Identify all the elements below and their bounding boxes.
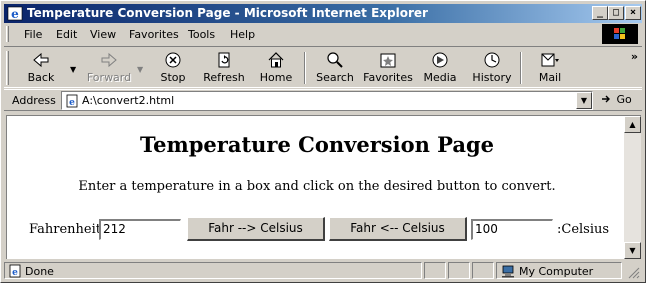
instructions-text: Enter a temperature in a box and click o… <box>78 179 556 194</box>
back-button[interactable]: Back <box>18 50 64 86</box>
vertical-scrollbar[interactable]: ▲ ▼ <box>624 115 641 259</box>
forward-button[interactable]: Forward <box>84 50 134 86</box>
address-dropdown-icon[interactable]: ▼ <box>576 92 592 109</box>
ie-window: e Temperature Conversion Page - Microsof… <box>0 0 646 283</box>
conversion-form: Fahrenheit: 212 Fahr --> Celsius Fahr <-… <box>7 216 626 242</box>
menu-view[interactable]: View <box>90 28 116 41</box>
home-icon <box>268 52 284 68</box>
history-clock-icon <box>484 52 500 68</box>
celsius-input[interactable]: 100 <box>471 219 553 240</box>
address-url: A:\convert2.html <box>82 94 175 107</box>
stop-icon <box>165 52 181 68</box>
svg-text:e: e <box>69 98 75 108</box>
scroll-up-icon[interactable]: ▲ <box>624 116 641 133</box>
fahr-to-celsius-button[interactable]: Fahr --> Celsius <box>187 217 325 241</box>
status-zone-panel: My Computer <box>496 262 622 279</box>
status-main-panel: e Done <box>4 262 422 279</box>
maximize-button[interactable]: □ <box>608 6 624 20</box>
go-button[interactable]: Go <box>601 93 632 106</box>
fahrenheit-input[interactable]: 212 <box>99 219 181 240</box>
toolbar-separator <box>304 52 306 84</box>
media-button[interactable]: Media <box>420 50 460 86</box>
favorites-button[interactable]: Favorites <box>361 50 415 86</box>
status-panel <box>424 262 446 279</box>
favorites-star-icon <box>380 53 396 68</box>
menu-favorites[interactable]: Favorites <box>129 28 179 41</box>
status-bar: e Done My Computer <box>4 261 642 280</box>
close-button[interactable]: × <box>625 6 641 20</box>
mail-icon <box>541 53 559 67</box>
forward-arrow-icon <box>101 52 117 68</box>
scroll-down-icon[interactable]: ▼ <box>624 242 641 259</box>
search-button[interactable]: Search <box>313 50 357 86</box>
forward-dropdown-icon[interactable]: ▼ <box>137 65 143 74</box>
svg-text:e: e <box>11 7 19 21</box>
refresh-button[interactable]: Refresh <box>201 50 247 86</box>
title-bar[interactable]: e Temperature Conversion Page - Microsof… <box>4 4 642 23</box>
resize-grip-icon[interactable] <box>628 267 640 279</box>
go-arrow-icon <box>602 95 610 103</box>
menu-grip[interactable] <box>6 26 9 42</box>
menu-bar: File Edit View Favorites Tools Help <box>4 23 642 45</box>
menu-help[interactable]: Help <box>230 28 255 41</box>
history-button[interactable]: History <box>471 50 513 86</box>
standard-toolbar: Back ▼ Forward ▼ Stop Refresh Home Searc… <box>4 46 642 88</box>
celsius-to-fahr-button[interactable]: Fahr <-- Celsius <box>329 217 467 241</box>
page-content: Temperature Conversion Page Enter a temp… <box>6 115 626 259</box>
page-heading: Temperature Conversion Page <box>139 132 495 157</box>
my-computer-icon <box>502 265 514 278</box>
status-panel <box>448 262 470 279</box>
toolbar-grip[interactable] <box>6 51 9 85</box>
home-button[interactable]: Home <box>257 50 295 86</box>
ie-logo-icon: e <box>7 6 23 21</box>
stop-button[interactable]: Stop <box>154 50 192 86</box>
minimize-button[interactable]: _ <box>592 6 608 20</box>
zone-text: My Computer <box>519 265 594 278</box>
page-icon: e <box>66 94 78 108</box>
fahrenheit-label: Fahrenheit: <box>29 222 106 237</box>
menu-edit[interactable]: Edit <box>56 28 77 41</box>
celsius-label: :Celsius <box>557 222 610 237</box>
back-arrow-icon <box>33 52 49 68</box>
status-panel <box>472 262 494 279</box>
address-input[interactable]: e A:\convert2.html ▼ <box>61 91 593 110</box>
media-icon <box>432 52 448 68</box>
windows-logo-icon <box>602 24 638 44</box>
address-bar: Address e A:\convert2.html ▼ Go <box>4 89 642 111</box>
menu-tools[interactable]: Tools <box>188 28 215 41</box>
toolbar-chevron-icon[interactable]: » <box>631 50 638 63</box>
page-done-icon: e <box>9 264 21 278</box>
address-label: Address <box>12 94 56 107</box>
window-title: Temperature Conversion Page - Microsoft … <box>27 6 428 20</box>
toolbar-separator <box>520 52 522 84</box>
search-icon <box>327 52 343 68</box>
svg-text:e: e <box>12 268 18 278</box>
mail-button[interactable]: Mail <box>530 50 570 86</box>
back-dropdown-icon[interactable]: ▼ <box>70 65 76 74</box>
refresh-icon <box>218 52 230 68</box>
status-text: Done <box>25 265 54 278</box>
menu-file[interactable]: File <box>24 28 42 41</box>
